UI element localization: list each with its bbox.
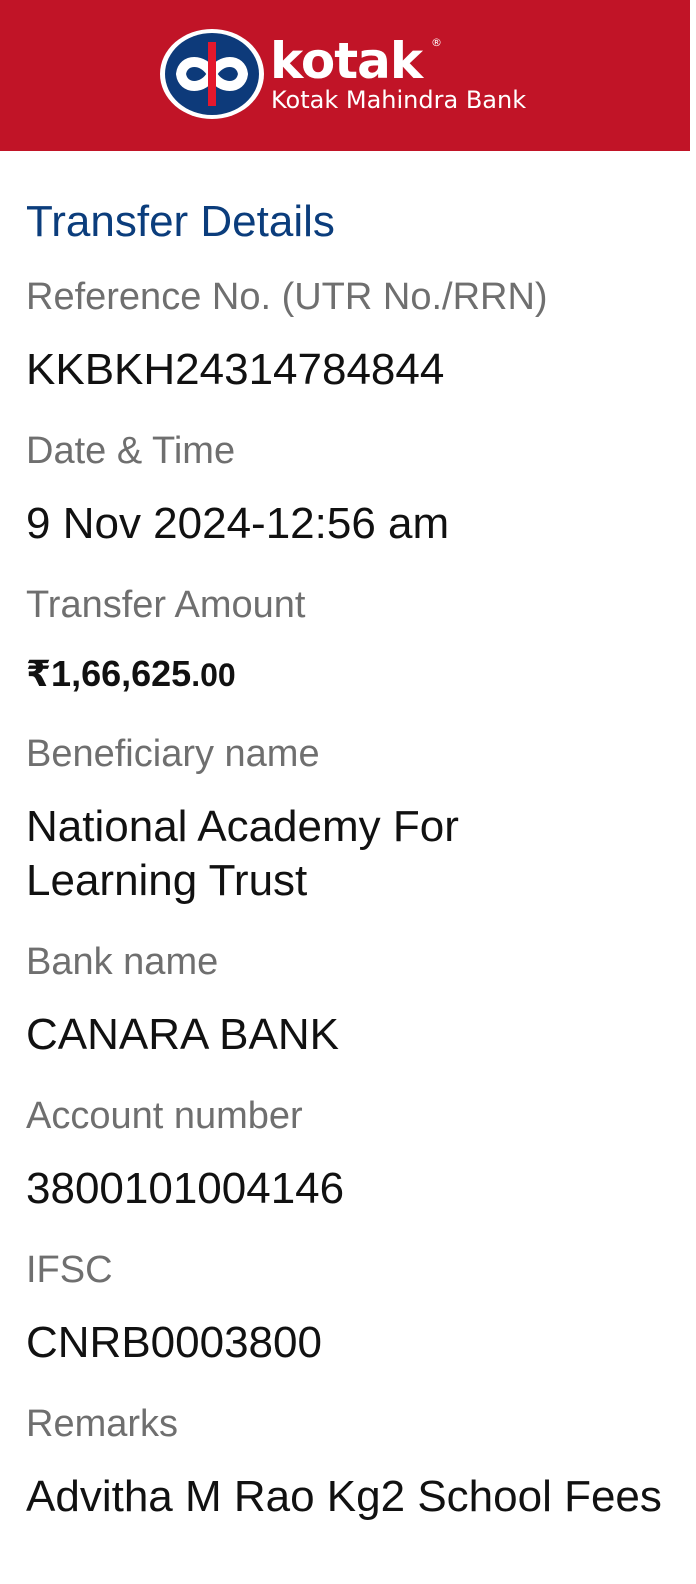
registered-mark: ® xyxy=(431,36,442,49)
field-label: Transfer Amount xyxy=(26,584,306,626)
field-reference-no: Reference No. (UTR No./RRN) KKBKH2431478… xyxy=(26,271,676,397)
transfer-amount-value: ₹1,66,625.00 xyxy=(26,651,676,698)
section-title: Transfer Details xyxy=(26,197,335,246)
field-account-number: Account number 3800101004146 xyxy=(26,1090,676,1216)
field-label: Account number xyxy=(26,1095,303,1137)
transfer-details-content: Transfer Details Reference No. (UTR No./… xyxy=(26,193,676,1552)
kotak-infinity-logo-icon xyxy=(160,29,264,119)
kotak-logo: kotak ® Kotak Mahindra Bank xyxy=(159,28,539,124)
reference-no-value: KKBKH24314784844 xyxy=(26,345,445,394)
bank-name-value: CANARA BANK xyxy=(26,1010,339,1059)
field-label: Beneficiary name xyxy=(26,733,320,775)
amount-paise: .00 xyxy=(191,657,236,693)
field-label: Remarks xyxy=(26,1403,179,1445)
field-ifsc: IFSC CNRB0003800 xyxy=(26,1244,676,1370)
field-label: IFSC xyxy=(26,1249,113,1291)
transfer-details-screen: kotak ® Kotak Mahindra Bank Transfer Det… xyxy=(0,0,696,1584)
field-date-time: Date & Time 9 Nov 2024-12:56 am xyxy=(26,425,676,551)
field-beneficiary-name: Beneficiary name National Academy For Le… xyxy=(26,728,676,908)
field-label: Reference No. (UTR No./RRN) xyxy=(26,276,548,318)
amount-rupees: ₹1,66,625 xyxy=(26,653,192,694)
field-remarks: Remarks Advitha M Rao Kg2 School Fees xyxy=(26,1398,676,1524)
brand-name: kotak xyxy=(270,32,423,90)
field-transfer-amount: Transfer Amount ₹1,66,625.00 xyxy=(26,579,676,698)
field-label: Date & Time xyxy=(26,430,236,472)
field-label: Bank name xyxy=(26,941,219,983)
app-header: kotak ® Kotak Mahindra Bank xyxy=(0,0,690,151)
field-bank-name: Bank name CANARA BANK xyxy=(26,936,676,1062)
edge-divider xyxy=(690,0,696,1584)
beneficiary-name-value: National Academy For Learning Trust xyxy=(26,802,459,905)
remarks-value: Advitha M Rao Kg2 School Fees xyxy=(26,1472,662,1521)
brand-subtitle: Kotak Mahindra Bank xyxy=(271,86,527,114)
account-number-value: 3800101004146 xyxy=(26,1164,345,1213)
date-time-value: 9 Nov 2024-12:56 am xyxy=(26,499,450,548)
ifsc-value: CNRB0003800 xyxy=(26,1318,322,1367)
